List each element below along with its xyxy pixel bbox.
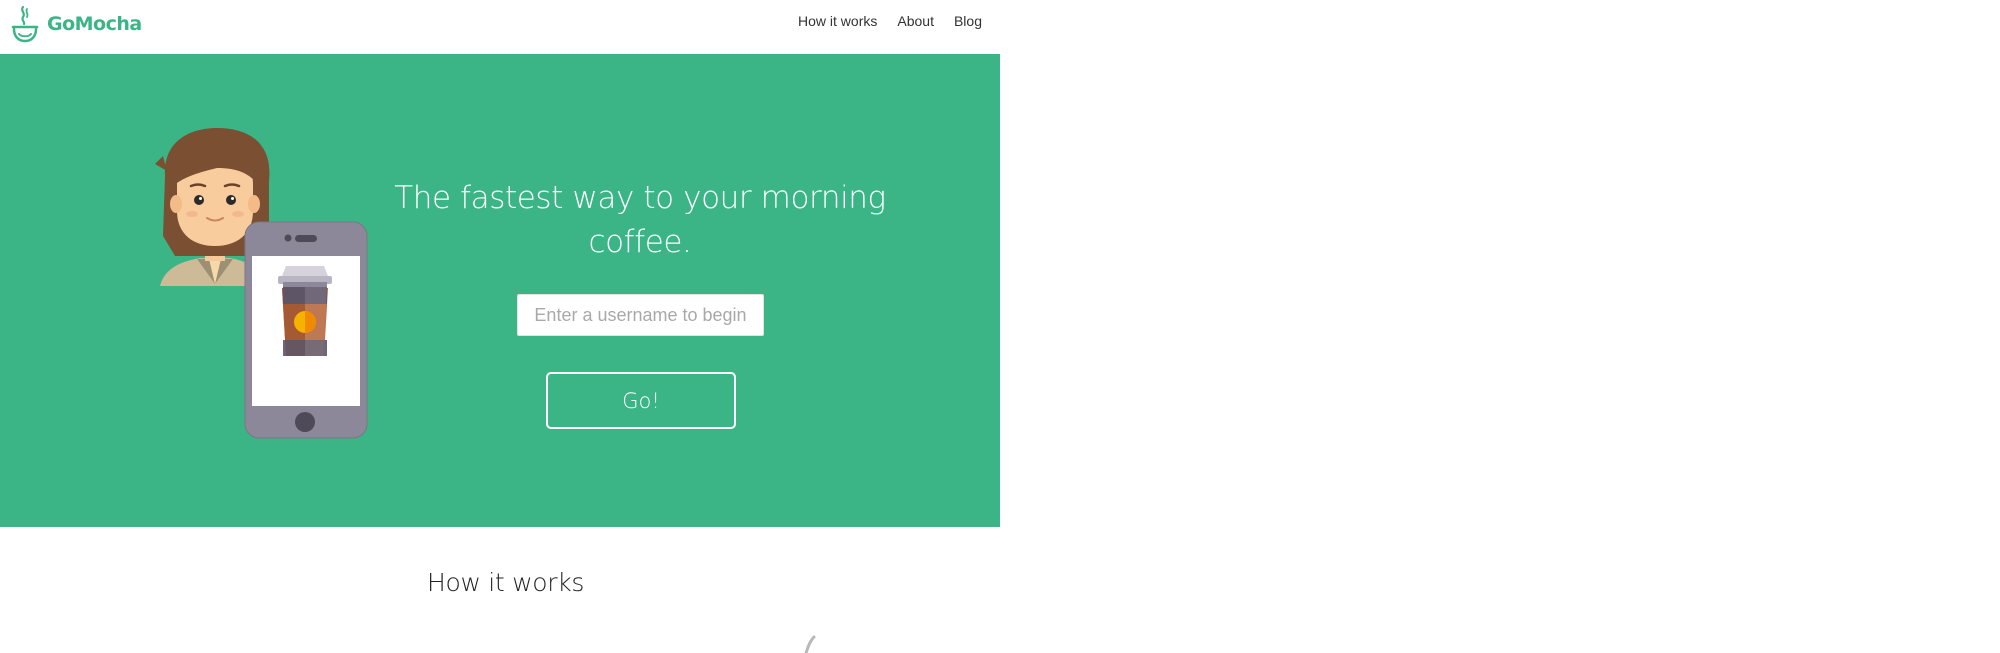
nav-link-how-it-works[interactable]: How it works (798, 13, 877, 30)
coffee-cup-steam-icon (11, 5, 39, 43)
main-nav: How it works About Blog (798, 13, 982, 30)
hero-illustration (155, 128, 368, 439)
nav-link-blog[interactable]: Blog (954, 13, 982, 30)
nav-link-about[interactable]: About (897, 13, 934, 30)
coffee-cup-icon (278, 266, 332, 356)
how-it-works-heading: How it works (427, 568, 585, 597)
hero-section: The fastest way to your morning coffee. … (0, 54, 1000, 527)
hero-headline: The fastest way to your morning coffee. (394, 180, 886, 260)
section-decoration-icon (804, 635, 816, 653)
username-input[interactable] (517, 294, 764, 336)
site-header: GoMocha How it works About Blog (0, 0, 1000, 54)
brand-name: GoMocha (47, 13, 142, 35)
brand-logo-link[interactable]: GoMocha (10, 4, 142, 44)
page: GoMocha How it works About Blog The fast… (0, 0, 1000, 653)
go-button[interactable]: Go! (546, 372, 736, 429)
